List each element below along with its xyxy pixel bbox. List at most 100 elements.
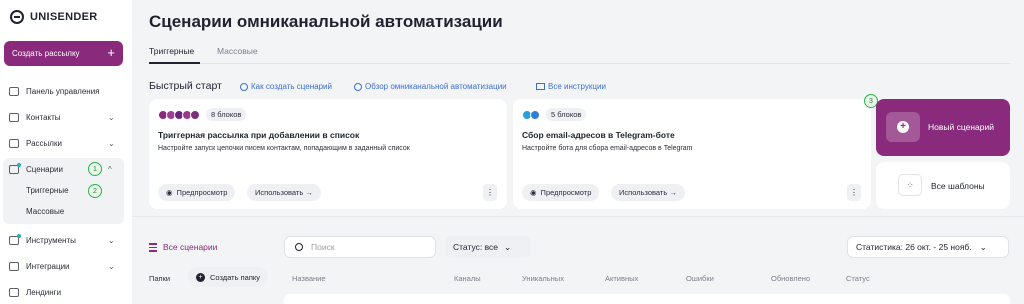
grid-icon: ⁘ <box>898 174 922 196</box>
book-icon <box>536 83 545 90</box>
all-templates-button[interactable]: ⁘ Все шаблоны <box>876 162 1010 209</box>
plus-icon: + <box>196 272 205 282</box>
sidebar-item-dashboard[interactable]: Панель управления <box>0 80 132 102</box>
link-all-instructions[interactable]: Все инструкции <box>536 82 606 91</box>
list-icon <box>149 242 157 252</box>
preview-button[interactable]: ◉ Предпросмотр <box>522 184 600 201</box>
notification-dot <box>17 163 21 167</box>
all-templates-label: Все шаблоны <box>931 181 985 191</box>
stats-period-label: Статистика: 26 окт. - 25 нояб. <box>856 242 972 252</box>
link-label: Как создать сценарий <box>251 82 332 91</box>
scenario-table <box>284 294 1010 304</box>
home-icon <box>9 86 19 96</box>
chevron-down-icon: ⌄ <box>108 138 115 148</box>
create-folder-label: Создать папку <box>210 272 260 282</box>
folders-label: Папки <box>149 274 171 283</box>
column-header-unique[interactable]: Уникальных <box>522 274 564 283</box>
quick-start-title: Быстрый старт <box>149 80 222 92</box>
search-placeholder: Поиск <box>311 242 335 252</box>
link-how-to-create[interactable]: Как создать сценарий <box>240 82 332 91</box>
logo-icon <box>10 10 24 24</box>
sidebar-item-label: Интеграции <box>26 261 70 271</box>
card-description: Настройте запуск цепочки писем контактам… <box>158 145 410 152</box>
sidebar-item-mailings[interactable]: Рассылки ⌄ <box>0 132 132 154</box>
mail-icon <box>9 138 19 148</box>
more-options-icon[interactable]: ⋮ <box>483 184 497 201</box>
new-scenario-label: Новый сценарий <box>928 122 994 132</box>
notification-dot <box>17 234 21 238</box>
chevron-down-icon: ⌄ <box>108 112 115 122</box>
card-title: Триггерная рассылка при добавлении в спи… <box>158 130 360 140</box>
sidebar-item-label: Сценарии <box>26 164 63 174</box>
eye-icon: ◉ <box>530 188 537 197</box>
create-mailing-button[interactable]: Создать рассылку + <box>4 41 123 66</box>
block-info: 8 блоков <box>158 108 247 121</box>
column-header-status[interactable]: Статус <box>846 274 870 283</box>
new-scenario-button[interactable]: + Новый сценарий <box>876 99 1010 156</box>
tab-active-indicator <box>149 62 200 64</box>
template-card-trigger-list[interactable]: 8 блоков Триггерная рассылка при добавле… <box>149 99 507 209</box>
sidebar-item-label: Панель управления <box>26 86 100 96</box>
sidebar-item-scenarios[interactable]: Сценарии ^ <box>0 158 132 180</box>
block-info: 5 блоков <box>522 108 587 121</box>
chevron-down-icon: ⌄ <box>504 241 512 252</box>
use-button[interactable]: Использовать → <box>611 184 685 201</box>
more-options-icon[interactable]: ⋮ <box>847 184 861 201</box>
preview-label: Предпросмотр <box>176 188 228 197</box>
logo[interactable]: UNISENDER <box>10 10 98 24</box>
sidebar-subitem-trigger[interactable]: Триггерные <box>26 186 69 195</box>
card-title: Сбор email-адресов в Telegram-боте <box>522 130 675 140</box>
sidebar-subitem-mass[interactable]: Массовые <box>26 207 64 216</box>
tab-divider <box>149 63 1011 64</box>
all-scenarios-label: Все сценарии <box>163 242 218 252</box>
use-label: Использовать → <box>619 188 677 197</box>
landing-icon <box>9 287 19 297</box>
status-filter-label: Статус: все <box>453 242 498 252</box>
chevron-down-icon: ⌄ <box>979 241 987 252</box>
column-header-active[interactable]: Активных <box>605 274 638 283</box>
link-label: Все инструкции <box>548 82 606 91</box>
sidebar-item-label: Рассылки <box>26 138 62 148</box>
blocks-count-badge: 8 блоков <box>206 108 247 121</box>
column-header-name[interactable]: Название <box>292 274 326 283</box>
use-label: Использовать → <box>255 188 313 197</box>
main-content: Сценарии омниканальной автоматизации Три… <box>132 0 1024 304</box>
column-header-updated[interactable]: Обновлено <box>771 274 810 283</box>
column-header-errors[interactable]: Ошибки <box>686 274 714 283</box>
sidebar-item-tools[interactable]: Инструменты ⌄ <box>0 229 132 251</box>
card-description: Настройте бота для сбора email-адресов в… <box>522 145 693 152</box>
search-input[interactable]: Поиск <box>284 236 436 258</box>
sidebar: UNISENDER Создать рассылку + Панель упра… <box>0 0 132 304</box>
sidebar-item-label: Инструменты <box>26 235 76 245</box>
search-icon <box>295 243 303 251</box>
email-channel-icon <box>530 109 540 120</box>
template-card-telegram-bot[interactable]: 5 блоков Сбор email-адресов в Telegram-б… <box>513 99 871 209</box>
sidebar-item-landings[interactable]: Лендинги <box>0 281 132 303</box>
blocks-count-badge: 5 блоков <box>546 108 587 121</box>
status-filter-dropdown[interactable]: Статус: все ⌄ <box>445 236 531 258</box>
chevron-down-icon: ⌄ <box>108 235 115 245</box>
link-omnichannel-overview[interactable]: Обзор омниканальной автоматизации <box>354 82 507 91</box>
create-folder-button[interactable]: + Создать папку <box>188 267 268 287</box>
sidebar-item-integrations[interactable]: Интеграции ⌄ <box>0 255 132 277</box>
preview-button[interactable]: ◉ Предпросмотр <box>158 184 236 201</box>
help-icon <box>240 82 248 91</box>
all-scenarios-folder[interactable]: Все сценарии <box>149 242 217 252</box>
column-header-channels[interactable]: Каналы <box>454 274 481 283</box>
chevron-down-icon: ⌄ <box>108 261 115 271</box>
tab-trigger[interactable]: Триггерные <box>149 46 194 56</box>
use-button[interactable]: Использовать → <box>247 184 321 201</box>
preview-label: Предпросмотр <box>540 188 592 197</box>
chevron-up-icon: ^ <box>108 164 112 174</box>
tab-mass[interactable]: Массовые <box>217 46 258 56</box>
create-mailing-label: Создать рассылку <box>12 49 80 58</box>
help-icon <box>354 82 362 91</box>
eye-icon: ◉ <box>166 188 173 197</box>
link-label: Обзор омниканальной автоматизации <box>365 82 507 91</box>
stats-period-dropdown[interactable]: Статистика: 26 окт. - 25 нояб. ⌄ <box>847 236 1009 258</box>
integrations-icon <box>9 261 19 271</box>
push-channel-icon <box>190 109 200 120</box>
sidebar-item-contacts[interactable]: Контакты ⌄ <box>0 106 132 128</box>
page-title: Сценарии омниканальной автоматизации <box>149 12 503 31</box>
brand-name: UNISENDER <box>30 11 98 23</box>
